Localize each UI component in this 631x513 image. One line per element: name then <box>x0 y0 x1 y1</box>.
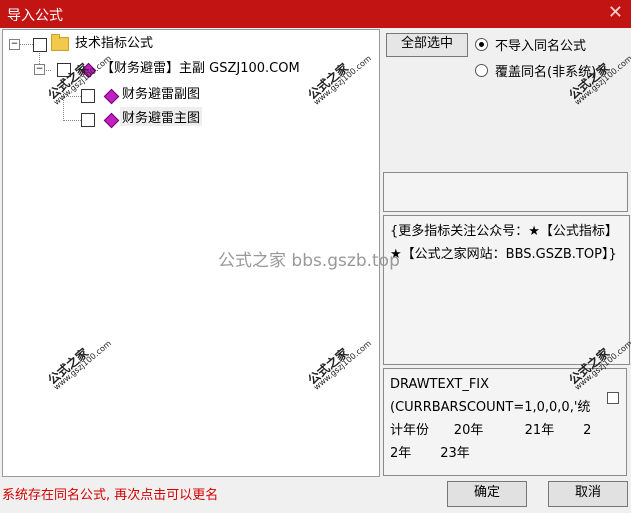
tree-connector <box>63 120 81 121</box>
item-checkbox[interactable] <box>81 89 95 103</box>
radio-no-import-label: 不导入同名公式 <box>495 39 587 54</box>
formula-icon <box>103 112 120 129</box>
tree-group-label[interactable]: 【财务避雷】主副 GSZJ100.COM <box>101 57 300 76</box>
item-checkbox[interactable] <box>81 113 95 127</box>
formula-code-box[interactable]: DRAWTEXT_FIX (CURRBARSCOUNT=1,0,0,0,'统计年… <box>383 368 627 476</box>
folder-icon <box>51 34 69 51</box>
tree-root-label[interactable]: 技术指标公式 <box>75 32 153 51</box>
collapse-toggle[interactable]: − <box>9 39 20 50</box>
collapse-toggle[interactable]: − <box>34 64 45 75</box>
radio-no-import[interactable] <box>475 38 488 51</box>
formula-icon <box>103 88 120 105</box>
status-message: 系统存在同名公式, 再次点击可以更名 <box>2 488 219 503</box>
watermark-center: 公式之家 bbs.gszb.top <box>218 251 400 271</box>
window-title: 导入公式 <box>7 8 63 24</box>
radio-overwrite[interactable] <box>475 64 488 77</box>
cancel-button[interactable]: 取消 <box>548 481 628 507</box>
ok-button[interactable]: 确定 <box>447 481 527 507</box>
root-checkbox[interactable] <box>33 38 47 52</box>
description-text: {更多指标关注公众号：★【公式指标】★【公式之家网站：BBS.GSZB.TOP】… <box>390 224 618 262</box>
code-checkbox[interactable] <box>607 392 619 404</box>
close-icon[interactable]: ✕ <box>608 2 623 23</box>
tree-item-label[interactable]: 财务避雷副图 <box>122 83 200 102</box>
select-all-button[interactable]: 全部选中 <box>386 33 468 57</box>
formula-code-text: DRAWTEXT_FIX (CURRBARSCOUNT=1,0,0,0,'统计年… <box>390 377 592 461</box>
tree-item-label[interactable]: 财务避雷主图 <box>120 107 203 126</box>
blank-panel <box>383 172 628 212</box>
title-bar: 导入公式 ✕ <box>0 0 631 28</box>
description-box[interactable]: {更多指标关注公众号：★【公式指标】★【公式之家网站：BBS.GSZB.TOP】… <box>383 215 630 365</box>
